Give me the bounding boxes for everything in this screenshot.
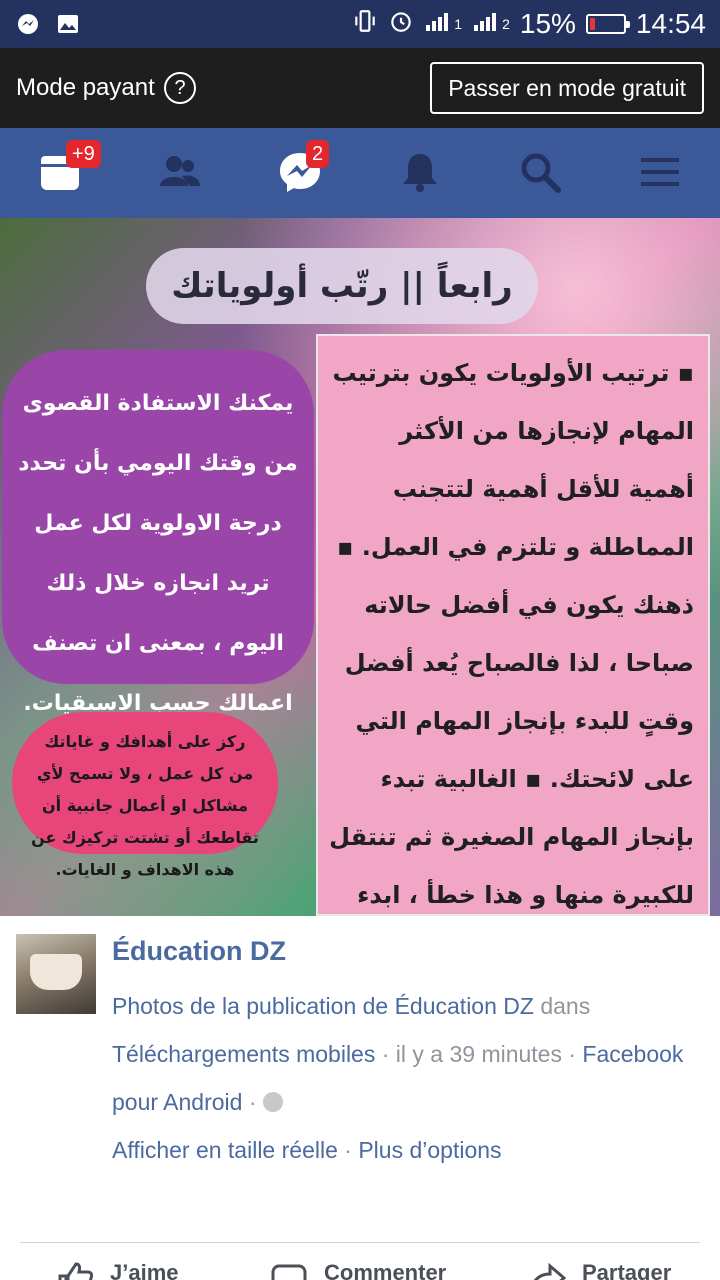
nav-item-notifications[interactable] bbox=[398, 150, 446, 198]
data-mode-bar: Mode payant ? Passer en mode gratuit bbox=[0, 48, 720, 128]
photo-pink-panel: ركز على أهدافك و غاياتك من كل عمل ، ولا … bbox=[12, 712, 278, 879]
meta-separator: · bbox=[337, 1137, 359, 1163]
nav-item-friends[interactable] bbox=[158, 150, 206, 198]
bell-icon bbox=[403, 154, 437, 192]
search-icon bbox=[521, 153, 561, 193]
comment-icon bbox=[271, 1264, 307, 1280]
vibrate-icon bbox=[352, 8, 378, 41]
divider bbox=[20, 1242, 700, 1243]
source-link-continued[interactable]: pour Android bbox=[112, 1089, 242, 1115]
nav-badge-feed: +9 bbox=[66, 140, 101, 168]
mode-label: Mode payant bbox=[16, 74, 155, 101]
avatar[interactable] bbox=[16, 934, 96, 1014]
post-photo[interactable]: رابعاً || رتّب أولوياتك يمكنك الاستفادة … bbox=[0, 218, 720, 916]
album-link[interactable]: Photos de la publication de Éducation DZ bbox=[112, 993, 534, 1019]
share-icon bbox=[533, 1262, 566, 1280]
author-name[interactable]: Éducation DZ bbox=[112, 936, 286, 967]
nav-item-messages[interactable]: 2 bbox=[278, 140, 330, 198]
share-label: Partager bbox=[582, 1260, 672, 1280]
photo-purple-panel: يمكنك الاستفادة القصوى من وقتك اليومي بأ… bbox=[2, 350, 314, 716]
meta-text: dans bbox=[533, 993, 591, 1019]
more-options-link[interactable]: Plus d’options bbox=[358, 1137, 501, 1163]
help-icon[interactable]: ? bbox=[164, 72, 196, 104]
sim2-label: 2 bbox=[502, 16, 510, 32]
nav-bar: +9 2 bbox=[0, 128, 720, 218]
messenger-icon bbox=[16, 12, 40, 36]
meta-separator: · bbox=[242, 1089, 263, 1115]
sim1-label: 1 bbox=[454, 16, 463, 32]
photo-title: رابعاً || رتّب أولوياتك bbox=[146, 248, 538, 324]
status-bar: 1 2 15% 14:54 bbox=[0, 0, 720, 48]
timestamp: · il y a 39 minutes · bbox=[375, 1041, 583, 1067]
switch-to-free-mode-button[interactable]: Passer en mode gratuit bbox=[430, 62, 704, 114]
nav-badge-messages: 2 bbox=[306, 140, 330, 168]
gallery-icon bbox=[56, 12, 80, 36]
friends-icon bbox=[160, 156, 200, 186]
post-meta: Photos de la publication de Éducation DZ… bbox=[112, 982, 712, 1174]
globe-icon bbox=[262, 1092, 283, 1112]
mobile-uploads-link[interactable]: Téléchargements mobiles bbox=[112, 1041, 375, 1067]
comment-label: Commenter bbox=[324, 1260, 447, 1280]
share-button[interactable]: Partager bbox=[528, 1260, 671, 1280]
signal-icon bbox=[472, 8, 502, 40]
photo-right-panel: ▪ ترتيب الأولويات يكون بترتيب المهام لإن… bbox=[316, 334, 710, 916]
thumbs-up-icon bbox=[58, 1262, 94, 1280]
nav-item-feed[interactable]: +9 bbox=[38, 140, 101, 198]
like-label: J’aime bbox=[110, 1260, 179, 1280]
post-info: Éducation DZ Photos de la publication de… bbox=[0, 916, 720, 1236]
alarm-icon bbox=[388, 8, 414, 41]
like-button[interactable]: J’aime bbox=[56, 1260, 179, 1280]
menu-icon bbox=[641, 158, 679, 186]
signal-icon bbox=[424, 8, 454, 40]
battery-percent: 15% bbox=[519, 8, 576, 39]
nav-item-menu[interactable] bbox=[638, 150, 686, 198]
action-bar: J’aime Commenter Partager bbox=[0, 1250, 720, 1280]
comment-button[interactable]: Commenter bbox=[270, 1260, 446, 1280]
clock: 14:54 bbox=[635, 8, 706, 39]
battery-icon bbox=[585, 14, 630, 34]
view-full-size-link[interactable]: Afficher en taille réelle bbox=[112, 1137, 338, 1163]
nav-item-search[interactable] bbox=[518, 150, 566, 198]
source-link[interactable]: Facebook bbox=[582, 1041, 683, 1067]
